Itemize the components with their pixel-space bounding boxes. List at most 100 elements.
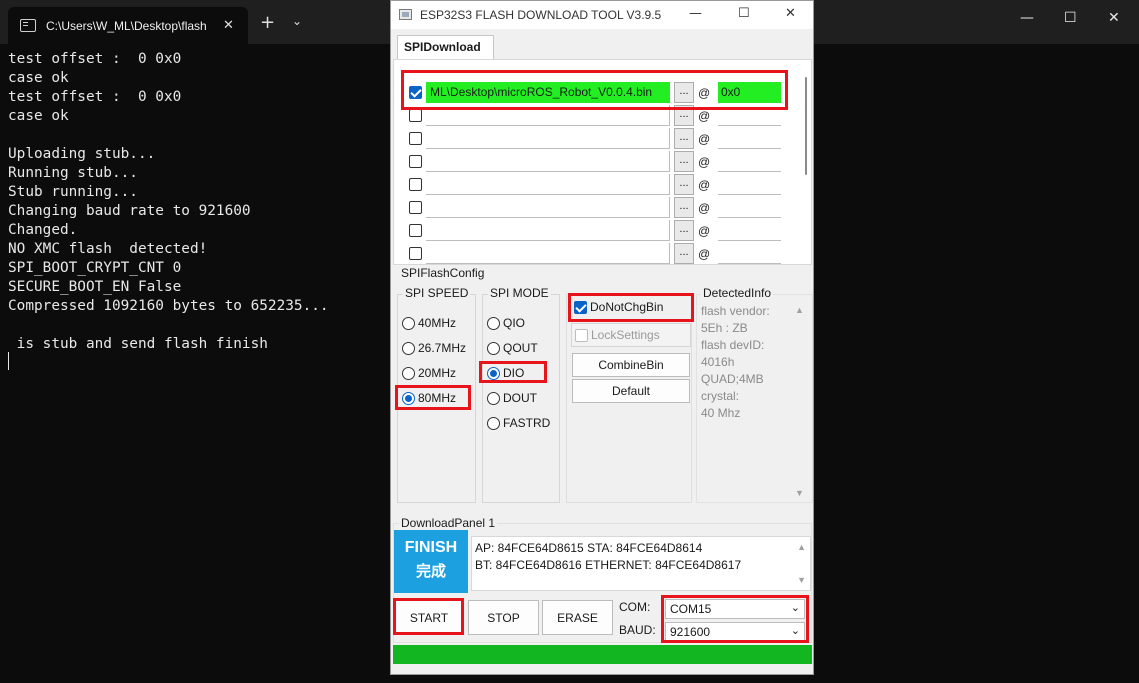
browse-button[interactable]: ...: [674, 220, 694, 241]
offset-input[interactable]: 0x0: [718, 82, 781, 103]
spi-mode-label: FASTRD: [503, 416, 551, 430]
file-enable-checkbox[interactable]: [409, 178, 422, 191]
combine-bin-button[interactable]: CombineBin: [572, 353, 690, 377]
at-label: @: [698, 155, 711, 169]
terminal-line: Changed.: [8, 222, 78, 238]
radio-button[interactable]: [402, 316, 415, 330]
offset-input[interactable]: [718, 105, 781, 126]
stop-button[interactable]: STOP: [468, 600, 539, 635]
spi-speed-option[interactable]: 20MHz: [402, 364, 456, 382]
file-path-input[interactable]: [426, 197, 670, 218]
offset-input[interactable]: [718, 197, 781, 218]
tab-spidownload[interactable]: SPIDownload: [397, 35, 494, 59]
terminal-line: is stub and send flash finish: [8, 336, 268, 352]
spi-mode-option[interactable]: DOUT: [487, 389, 537, 407]
terminal-line: Uploading stub...: [8, 146, 156, 162]
spi-mode-option[interactable]: FASTRD: [487, 414, 550, 432]
browse-button[interactable]: ...: [674, 174, 694, 195]
file-path-input[interactable]: [426, 151, 670, 172]
file-path-input[interactable]: ML\Desktop\microROS_Robot_V0.0.4.bin: [426, 82, 670, 103]
browse-button[interactable]: ...: [674, 243, 694, 264]
at-label: @: [698, 247, 711, 261]
file-enable-checkbox[interactable]: [409, 132, 422, 145]
detected-info-line: 40 Mhz: [701, 406, 741, 420]
mac-info-box[interactable]: AP: 84FCE64D8615 STA: 84FCE64D8614 BT: 8…: [471, 536, 811, 591]
file-path-input[interactable]: [426, 243, 670, 264]
default-button[interactable]: Default: [572, 379, 690, 403]
spi-mode-option[interactable]: QOUT: [487, 339, 538, 357]
close-icon[interactable]: ✕: [223, 18, 234, 33]
radio-button[interactable]: [402, 341, 415, 355]
browse-button[interactable]: ...: [674, 82, 694, 103]
spi-speed-option[interactable]: 80MHz: [402, 389, 456, 407]
file-enable-checkbox[interactable]: [409, 224, 422, 237]
spi-mode-label: QIO: [503, 316, 526, 330]
radio-button[interactable]: [487, 416, 500, 430]
file-path-input[interactable]: [426, 174, 670, 195]
file-path-input[interactable]: [426, 220, 670, 241]
offset-input[interactable]: [718, 243, 781, 264]
title-bar[interactable]: ESP32S3 FLASH DOWNLOAD TOOL V3.9.5 — ☐ ✕: [391, 1, 813, 29]
file-path-input[interactable]: [426, 128, 670, 149]
minimize-button[interactable]: —: [1020, 10, 1034, 26]
chevron-down-icon: ⌄: [790, 602, 800, 614]
scroll-up-icon[interactable]: ▲: [797, 539, 806, 556]
browse-button[interactable]: ...: [674, 151, 694, 172]
offset-input[interactable]: [718, 151, 781, 172]
radio-button[interactable]: [487, 366, 500, 380]
erase-button[interactable]: ERASE: [542, 600, 613, 635]
browse-button[interactable]: ...: [674, 105, 694, 126]
browse-button[interactable]: ...: [674, 128, 694, 149]
terminal-line: Stub running...: [8, 184, 138, 200]
detected-info-line: flash devID:: [701, 338, 765, 352]
chevron-down-icon[interactable]: ⌄: [292, 14, 302, 28]
scroll-down-icon[interactable]: ▼: [795, 488, 804, 498]
maximize-button[interactable]: ☐: [738, 6, 750, 21]
lock-settings-checkbox[interactable]: LockSettings: [571, 323, 691, 347]
radio-button[interactable]: [402, 366, 415, 380]
spi-speed-option[interactable]: 26.7MHz: [402, 339, 466, 357]
start-button[interactable]: START: [395, 600, 463, 635]
spi-mode-option[interactable]: QIO: [487, 314, 525, 332]
esp-flash-tool-window: ESP32S3 FLASH DOWNLOAD TOOL V3.9.5 — ☐ ✕…: [390, 0, 814, 675]
radio-button[interactable]: [487, 341, 500, 355]
detected-info-title: DetectedInfo: [701, 286, 774, 300]
minimize-button[interactable]: —: [689, 6, 702, 21]
close-window-button[interactable]: ✕: [1108, 10, 1120, 26]
spi-speed-label: 20MHz: [418, 366, 457, 380]
terminal-cursor: [8, 352, 9, 370]
terminal-output[interactable]: test offset : 0 0x0 case ok test offset : …: [8, 50, 329, 354]
baud-select[interactable]: 921600 ⌄: [665, 622, 805, 642]
radio-button[interactable]: [487, 316, 500, 330]
scroll-down-icon[interactable]: ▼: [797, 572, 806, 589]
spi-speed-label: 40MHz: [418, 316, 457, 330]
close-window-button[interactable]: ✕: [785, 6, 796, 21]
browse-button[interactable]: ...: [674, 197, 694, 218]
app-icon: [399, 9, 412, 20]
scroll-up-icon[interactable]: ▲: [795, 305, 804, 315]
radio-button[interactable]: [487, 391, 500, 405]
maximize-button[interactable]: ☐: [1064, 10, 1077, 26]
radio-button[interactable]: [402, 391, 415, 405]
offset-input[interactable]: [718, 174, 781, 195]
terminal-icon: [20, 19, 36, 32]
spi-speed-title: SPI SPEED: [403, 286, 471, 300]
file-path-input[interactable]: [426, 105, 670, 126]
file-enable-checkbox[interactable]: [409, 86, 422, 99]
do-not-chg-bin-checkbox[interactable]: DoNotChgBin: [574, 298, 663, 316]
offset-input[interactable]: [718, 220, 781, 241]
file-list-scrollbar[interactable]: [805, 77, 807, 175]
file-enable-checkbox[interactable]: [409, 155, 422, 168]
do-not-chg-bin-check[interactable]: [574, 300, 587, 314]
new-tab-button[interactable]: +: [260, 12, 275, 33]
spi-speed-option[interactable]: 40MHz: [402, 314, 456, 332]
lock-settings-check[interactable]: [575, 328, 588, 342]
file-enable-checkbox[interactable]: [409, 109, 422, 122]
offset-input[interactable]: [718, 128, 781, 149]
spi-mode-option[interactable]: DIO: [487, 364, 524, 382]
com-select[interactable]: COM15 ⌄: [665, 599, 805, 619]
file-enable-checkbox[interactable]: [409, 247, 422, 260]
terminal-tab[interactable]: C:\Users\W_ML\Desktop\flash ✕: [8, 7, 248, 44]
file-enable-checkbox[interactable]: [409, 201, 422, 214]
